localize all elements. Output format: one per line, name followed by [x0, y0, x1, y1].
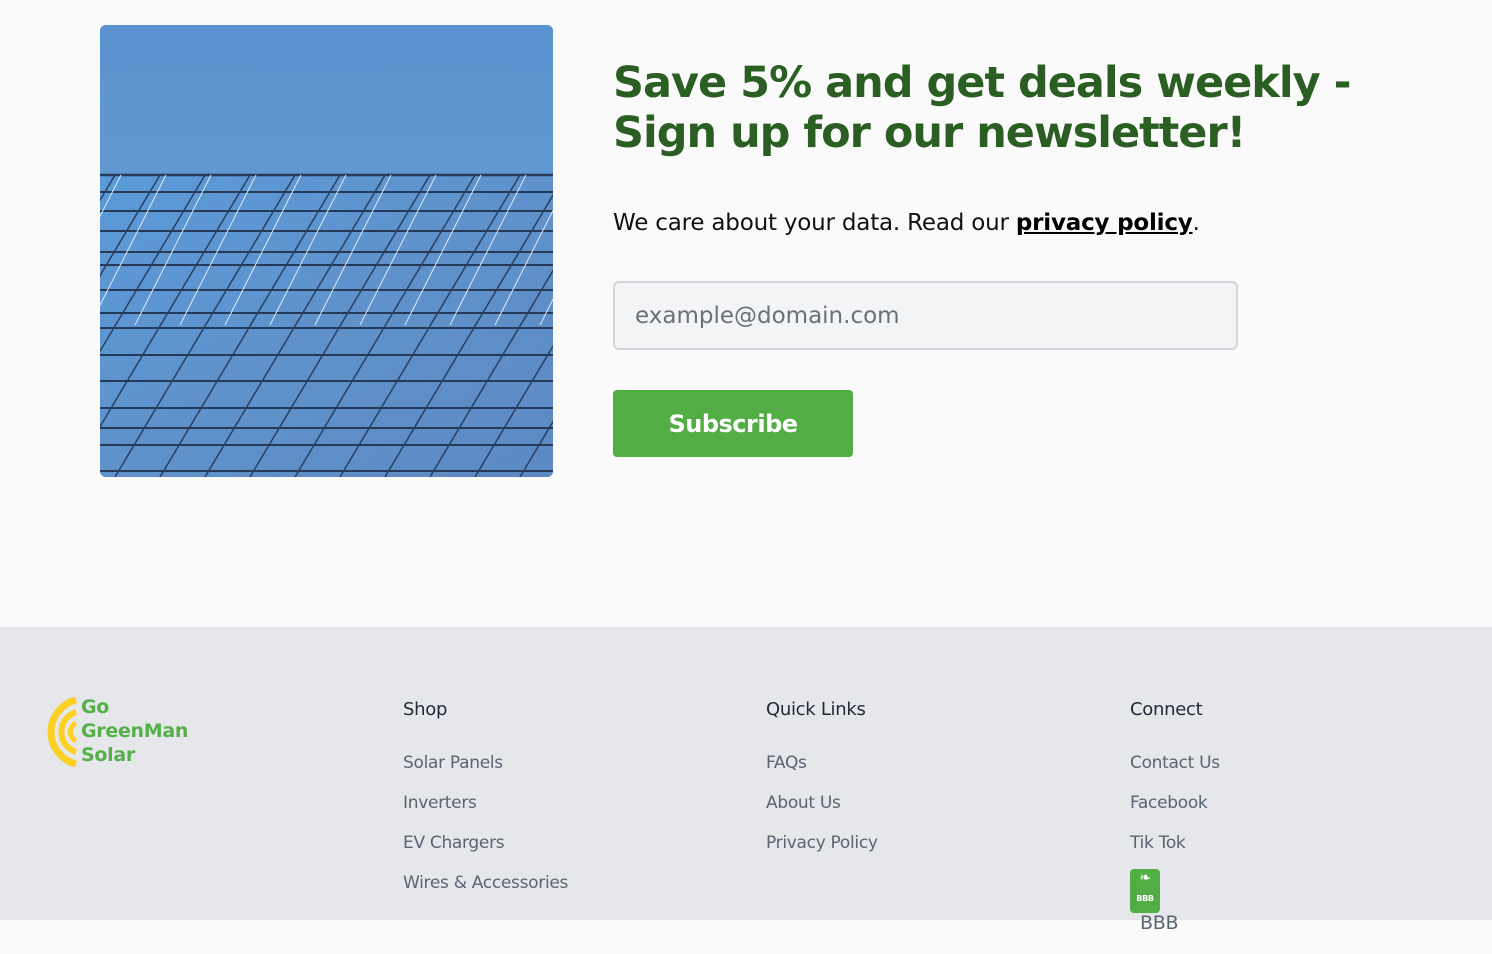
newsletter-section: Save 5% and get deals weekly - Sign up f… [0, 0, 1492, 627]
footer-link-tik-tok[interactable]: Tik Tok [1130, 833, 1220, 853]
footer-link-facebook[interactable]: Facebook [1130, 793, 1220, 813]
footer-quick-links-column: Quick Links FAQs About Us Privacy Policy [766, 699, 878, 873]
bbb-flame-icon: ❧ [1139, 870, 1151, 886]
bbb-icon: ❧ BBB [1130, 869, 1160, 913]
bbb-label: BBB [1140, 912, 1179, 934]
newsletter-headline: Save 5% and get deals weekly - Sign up f… [613, 58, 1351, 158]
logo-line-go: Go [81, 696, 110, 718]
footer-link-wires-accessories[interactable]: Wires & Accessories [403, 873, 568, 893]
footer-link-bbb[interactable]: ❧ BBB BBB [1130, 869, 1220, 934]
footer-link-solar-panels[interactable]: Solar Panels [403, 753, 568, 773]
footer-quick-links-heading: Quick Links [766, 699, 866, 720]
footer-connect-column: Connect Contact Us Facebook Tik Tok ❧ BB… [1130, 699, 1220, 954]
logo-line-greenman: GreenMan [81, 720, 189, 742]
privacy-note: We care about your data. Read our privac… [613, 210, 1200, 236]
logo-wordmark: Go GreenMan Solar [81, 695, 188, 767]
logo-line-solar: Solar [81, 744, 135, 766]
footer-shop-column: Shop Solar Panels Inverters EV Chargers … [403, 699, 568, 913]
go-greenman-solar-logo[interactable]: Go GreenMan Solar [40, 695, 220, 775]
subscribe-button[interactable]: Subscribe [613, 390, 853, 457]
footer-connect-heading: Connect [1130, 699, 1203, 720]
footer-shop-heading: Shop [403, 699, 448, 720]
footer-link-inverters[interactable]: Inverters [403, 793, 568, 813]
footer-link-about-us[interactable]: About Us [766, 793, 878, 813]
privacy-policy-link[interactable]: privacy policy [1016, 210, 1193, 236]
footer-link-contact-us[interactable]: Contact Us [1130, 753, 1220, 773]
email-input[interactable] [613, 281, 1238, 350]
footer-link-privacy-policy[interactable]: Privacy Policy [766, 833, 878, 853]
sun-arc-icon [47, 697, 78, 767]
solar-panel-image [100, 25, 553, 477]
privacy-note-text: We care about your data. Read our [613, 210, 1016, 236]
site-footer: Go GreenMan Solar Shop Solar Panels Inve… [0, 627, 1492, 933]
footer-link-ev-chargers[interactable]: EV Chargers [403, 833, 568, 853]
footer-link-faqs[interactable]: FAQs [766, 753, 878, 773]
privacy-note-period: . [1192, 210, 1200, 236]
bbb-badge-text: BBB [1136, 894, 1154, 903]
